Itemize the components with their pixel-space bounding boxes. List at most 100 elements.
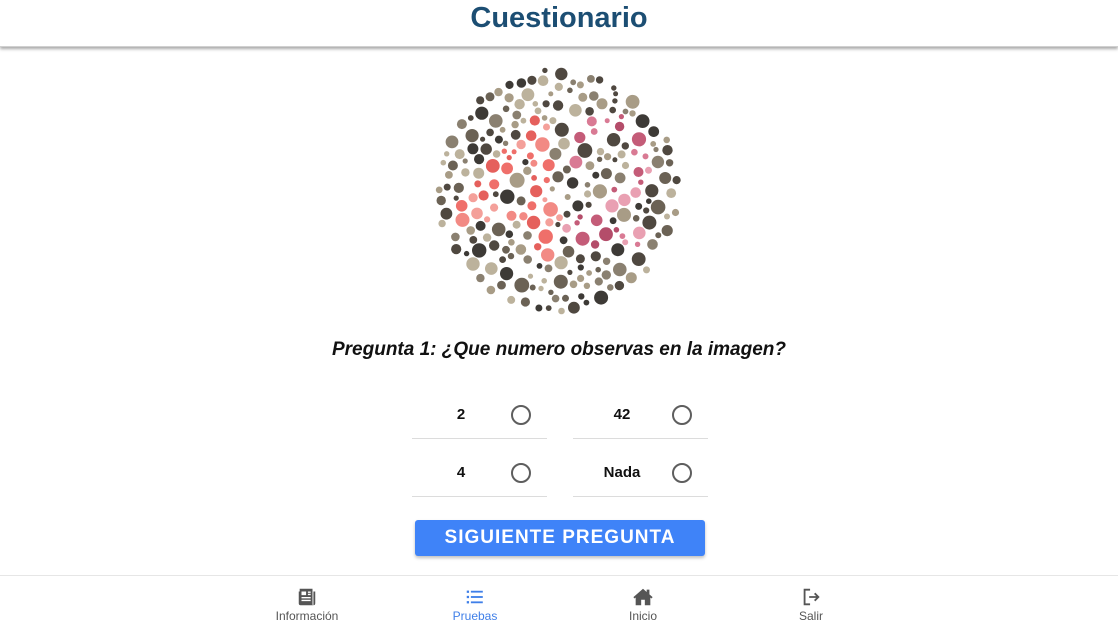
plate-dot	[552, 100, 564, 111]
plate-dot	[590, 128, 598, 135]
plate-dot	[618, 114, 624, 120]
plate-dot	[509, 172, 525, 188]
plate-dot	[629, 110, 636, 117]
plate-dot	[447, 160, 458, 171]
plate-dot	[648, 126, 660, 137]
plate-dot	[574, 131, 586, 144]
newspaper-icon	[298, 588, 316, 606]
nav-item-informacion[interactable]: Información	[223, 576, 391, 630]
plate-dot	[527, 201, 537, 211]
plate-dot	[508, 239, 515, 246]
plate-dot	[551, 294, 560, 303]
nav-item-inicio[interactable]: Inicio	[559, 576, 727, 630]
plate-dot	[511, 149, 517, 155]
plate-dot	[634, 241, 641, 247]
plate-dot	[461, 168, 470, 177]
page-title: Cuestionario	[470, 1, 648, 34]
plate-dot	[532, 101, 539, 107]
plate-dot	[542, 67, 548, 74]
plate-dot	[595, 266, 601, 273]
plate-dot	[635, 202, 643, 210]
radio-button[interactable]	[511, 405, 531, 425]
plate-dot	[453, 195, 459, 201]
plate-dot	[522, 159, 529, 166]
plate-dot	[492, 150, 501, 158]
plate-dot	[523, 231, 532, 240]
plate-dot	[473, 167, 485, 179]
plate-dot	[594, 290, 609, 305]
option-42[interactable]: 42	[573, 390, 708, 439]
plate-dot	[554, 122, 569, 137]
nav-item-pruebas[interactable]: Pruebas	[391, 576, 559, 630]
plate-dot	[664, 213, 670, 220]
plate-dot	[642, 153, 649, 160]
plate-dot	[507, 295, 516, 304]
plate-dot	[609, 106, 616, 114]
plate-dot	[554, 256, 568, 270]
plate-dot	[584, 182, 591, 188]
option-nada[interactable]: Nada	[573, 448, 708, 497]
plate-dot	[466, 226, 475, 235]
option-4[interactable]: 4	[412, 448, 547, 497]
plate-dot	[632, 215, 640, 222]
plate-dot	[665, 159, 674, 167]
plate-dot	[454, 149, 465, 160]
plate-dot	[651, 155, 665, 169]
plate-dot	[570, 79, 577, 86]
plate-dot	[502, 245, 510, 254]
app-header: Cuestionario	[0, 0, 1118, 47]
plate-dot	[505, 230, 514, 238]
plate-dot	[575, 231, 590, 246]
plate-dot	[534, 107, 542, 115]
plate-dot	[542, 100, 550, 108]
plate-dot	[514, 277, 530, 293]
plate-dot	[541, 248, 555, 262]
nav-item-salir[interactable]: Salir	[727, 576, 895, 630]
plate-dot	[611, 85, 617, 91]
plate-dot	[558, 307, 565, 315]
plate-dot	[474, 180, 482, 188]
plate-dot	[635, 114, 650, 128]
plate-dot	[599, 227, 613, 242]
plate-dot	[647, 239, 658, 250]
plate-dot	[438, 219, 446, 228]
plate-dot	[631, 148, 638, 156]
next-question-button[interactable]: SIGUIENTE PREGUNTA	[415, 520, 705, 556]
plate-dot	[523, 166, 532, 175]
plate-dot	[671, 208, 680, 217]
plate-dot	[619, 233, 626, 240]
radio-button[interactable]	[511, 463, 531, 483]
plate-dot	[453, 182, 464, 193]
plate-dot	[549, 186, 555, 192]
plate-dot	[440, 159, 447, 166]
plate-dot	[527, 273, 534, 279]
option-2[interactable]: 2	[412, 390, 547, 439]
plate-dot	[511, 120, 519, 129]
plate-dot	[590, 240, 600, 249]
plate-dot	[622, 239, 629, 246]
plate-dot	[604, 118, 610, 124]
plate-dot	[543, 123, 550, 131]
plate-dot	[485, 92, 495, 102]
plate-dot	[653, 146, 659, 153]
radio-button[interactable]	[672, 463, 692, 483]
radio-button[interactable]	[672, 405, 692, 425]
plate-dot	[666, 188, 677, 198]
plate-dot	[506, 210, 517, 221]
plate-dot	[631, 132, 647, 147]
plate-dot	[482, 233, 492, 242]
ishihara-plate-icon	[435, 67, 681, 315]
plate-dot	[672, 176, 681, 185]
plate-dot	[506, 155, 512, 161]
plate-dot	[601, 270, 611, 280]
plate-dot	[555, 221, 561, 228]
plate-dot	[566, 177, 579, 189]
plate-dot	[455, 212, 470, 227]
plate-dot	[596, 156, 603, 162]
question-text: Pregunta 1: ¿Que numero observas en la i…	[331, 339, 786, 360]
plate-dot	[521, 88, 535, 102]
plate-dot	[526, 152, 534, 160]
plate-dot	[504, 93, 514, 103]
plate-dot	[584, 190, 592, 198]
plate-dot	[554, 82, 563, 91]
